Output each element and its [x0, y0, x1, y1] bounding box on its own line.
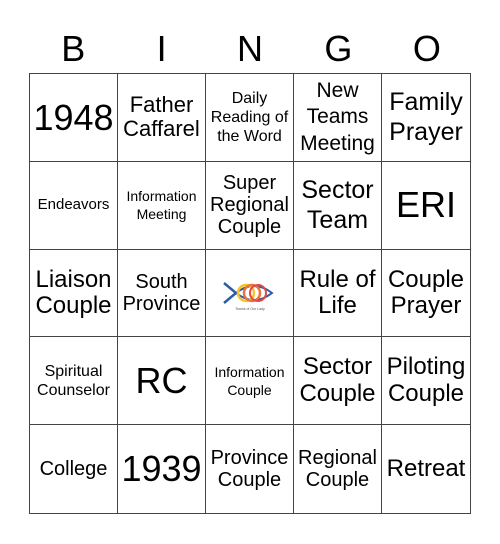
- bingo-cell[interactable]: ERI: [382, 162, 470, 250]
- bingo-header: B I N G O: [29, 28, 471, 70]
- bingo-cell[interactable]: Province Couple: [206, 425, 294, 513]
- bingo-cell[interactable]: Information Couple: [206, 337, 294, 426]
- bingo-cell[interactable]: Regional Couple: [294, 425, 382, 513]
- bingo-cell[interactable]: Retreat: [382, 425, 470, 513]
- header-letter-i: I: [156, 28, 167, 69]
- bingo-cell[interactable]: Sector Couple: [294, 337, 382, 426]
- bingo-cell[interactable]: Family Prayer: [382, 74, 470, 162]
- bingo-cell[interactable]: 1939: [118, 425, 206, 513]
- bingo-cell[interactable]: RC: [118, 337, 206, 426]
- bingo-cell[interactable]: Father Caffarel: [118, 74, 206, 162]
- bingo-cell[interactable]: Spiritual Counselor: [30, 337, 118, 426]
- bingo-cell[interactable]: Rule of Life: [294, 249, 382, 338]
- bingo-cell[interactable]: Liaison Couple: [30, 249, 118, 338]
- header-letter-n: N: [237, 28, 264, 69]
- free-space-cell[interactable]: Teams of Our Lady: [206, 249, 294, 338]
- svg-text:Teams of Our Lady: Teams of Our Lady: [235, 307, 265, 311]
- header-letter-o: O: [412, 28, 441, 69]
- bingo-card: 1948 Father Caffarel Daily Reading of th…: [29, 73, 471, 514]
- bingo-cell[interactable]: Sector Team: [294, 161, 382, 250]
- bingo-cell[interactable]: Piloting Couple: [382, 337, 470, 426]
- bingo-cell[interactable]: College: [30, 425, 118, 513]
- bingo-cell[interactable]: Information Meeting: [118, 161, 206, 250]
- bingo-cell[interactable]: Daily Reading of the Word: [206, 74, 294, 162]
- bingo-cell[interactable]: South Province: [118, 249, 206, 338]
- bingo-cell[interactable]: Super Regional Couple: [206, 161, 294, 250]
- bingo-cell[interactable]: Endeavors: [30, 161, 118, 250]
- header-letter-b: B: [61, 28, 86, 69]
- bingo-cell[interactable]: Couple Prayer: [382, 250, 470, 338]
- header-letter-g: G: [324, 28, 353, 69]
- bingo-cell[interactable]: New Teams Meeting: [294, 74, 382, 162]
- teams-of-our-lady-fish-logo-icon: Teams of Our Lady: [222, 282, 274, 311]
- bingo-cell[interactable]: 1948: [30, 74, 118, 162]
